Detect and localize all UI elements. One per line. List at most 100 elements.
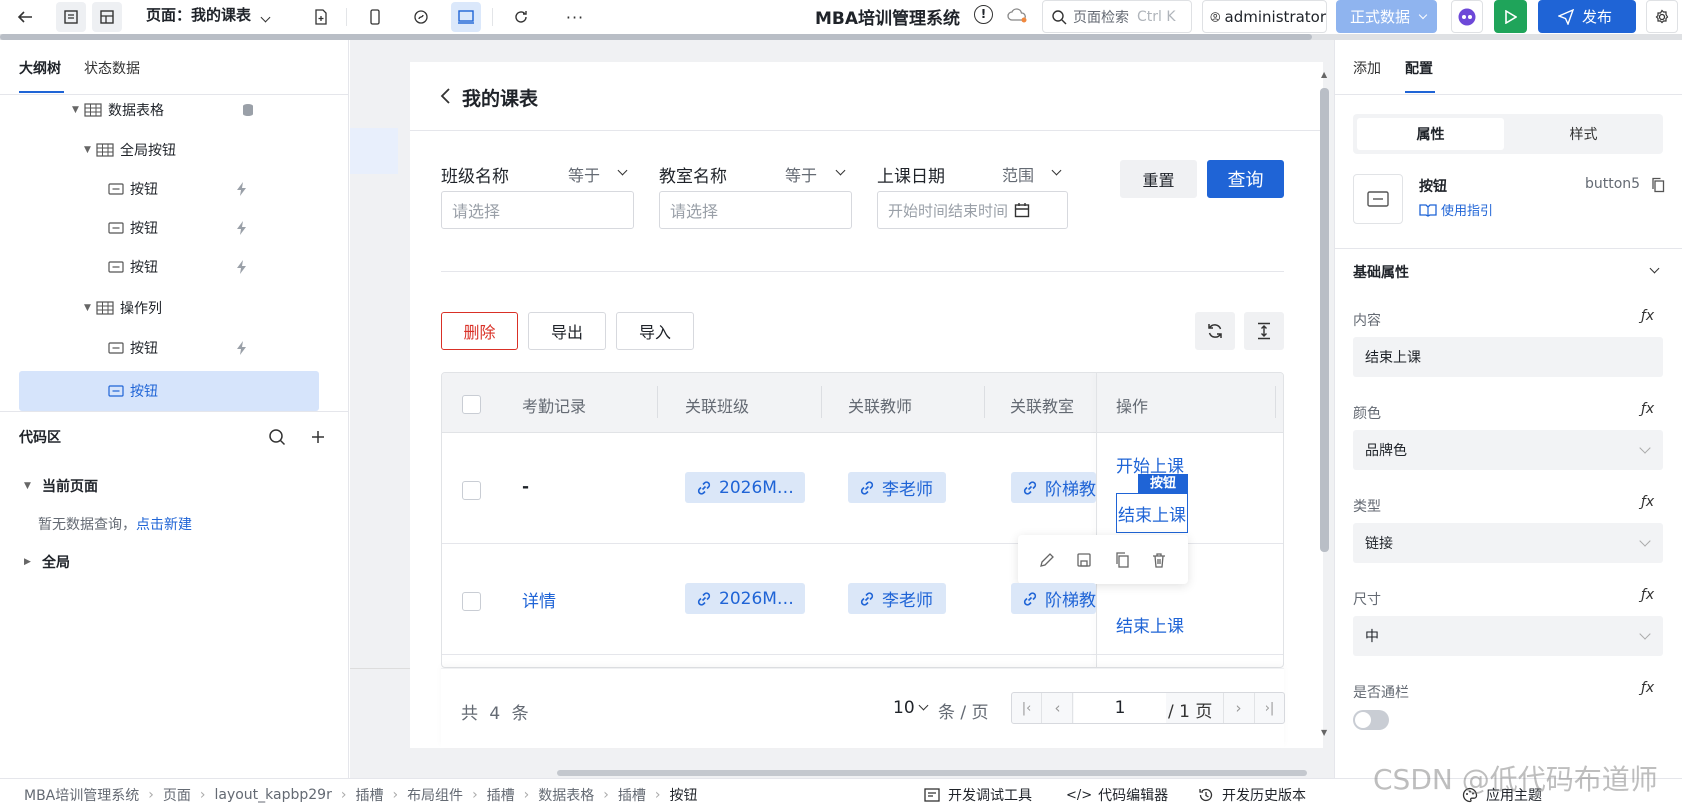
breadcrumb-item[interactable]: MBA培训管理系统 <box>24 785 139 805</box>
back-chevron-icon[interactable] <box>440 87 452 105</box>
table-refresh-button[interactable] <box>1195 312 1235 350</box>
filter-class-operator[interactable]: 等于 <box>568 162 600 186</box>
copy-icon[interactable] <box>1651 177 1665 193</box>
reset-button[interactable]: 重置 <box>1120 160 1197 198</box>
row-checkbox[interactable] <box>462 481 481 500</box>
tree-node-global-buttons[interactable]: ▼ 全局按钮 <box>0 132 330 168</box>
ai-assistant-icon[interactable] <box>1451 0 1483 33</box>
new-page-icon[interactable] <box>306 2 336 32</box>
breadcrumb-item[interactable]: 插槽 <box>487 785 515 805</box>
subtab-style[interactable]: 样式 <box>1508 118 1659 150</box>
row1-teacher-link[interactable]: 李老师 <box>848 472 946 503</box>
current-page-input[interactable]: 1 <box>1074 693 1166 723</box>
tab-outline-tree[interactable]: 大纲树 <box>19 58 61 78</box>
header-room[interactable]: 关联教室 <box>1010 393 1074 417</box>
fullwidth-toggle[interactable] <box>1353 710 1389 730</box>
env-data-button[interactable]: 正式数据 <box>1336 0 1437 33</box>
header-class[interactable]: 关联班级 <box>685 393 749 417</box>
page-icon[interactable] <box>56 2 86 32</box>
row2-attendance-detail-link[interactable]: 详情 <box>522 587 556 612</box>
refresh-icon[interactable] <box>506 2 536 32</box>
fx-icon[interactable]: ƒx <box>1641 680 1654 696</box>
lightning-icon[interactable] <box>235 220 249 236</box>
last-page-icon[interactable]: ›| <box>1254 693 1284 723</box>
settings-icon[interactable] <box>1646 0 1678 33</box>
row2-class-link[interactable]: 2026M… <box>685 583 805 614</box>
plugin-icon[interactable] <box>406 2 436 32</box>
row-checkbox[interactable] <box>462 592 481 611</box>
query-button[interactable]: 查询 <box>1207 160 1284 198</box>
subtab-properties[interactable]: 属性 <box>1357 118 1504 150</box>
more-icon[interactable]: ··· <box>560 2 590 32</box>
breadcrumb-item-current[interactable]: 按钮 <box>670 785 698 805</box>
delete-button[interactable]: 删除 <box>441 312 518 350</box>
tree-node-button[interactable]: 按钮 <box>0 171 330 207</box>
breadcrumb-item[interactable]: 插槽 <box>355 785 383 805</box>
vertical-scroll-thumb[interactable] <box>1320 88 1329 552</box>
row-height-button[interactable] <box>1244 312 1284 350</box>
tree-node-action-column[interactable]: ▼ 操作列 <box>0 290 330 326</box>
filter-date-operator[interactable]: 范围 <box>1002 162 1034 186</box>
tab-config[interactable]: 配置 <box>1405 58 1433 78</box>
current-page-group[interactable]: ▼ 当前页面 <box>24 476 98 496</box>
row1-class-link[interactable]: 2026M… <box>685 472 805 503</box>
header-teacher[interactable]: 关联教师 <box>848 393 912 417</box>
prev-page-icon[interactable]: ‹ <box>1043 693 1073 723</box>
save-icon[interactable] <box>1076 552 1092 568</box>
global-group[interactable]: ▶ 全局 <box>24 552 70 572</box>
breadcrumb-item[interactable]: 数据表格 <box>538 785 594 805</box>
prop-type-select[interactable]: 链接 <box>1353 523 1663 563</box>
delete-trash-icon[interactable] <box>1151 552 1167 568</box>
fx-icon[interactable]: ƒx <box>1641 308 1654 324</box>
desktop-icon[interactable] <box>451 2 481 32</box>
class-select[interactable]: 请选择 <box>441 191 634 229</box>
export-button[interactable]: 导出 <box>528 312 606 350</box>
create-query-link[interactable]: 点击新建 <box>136 517 192 533</box>
end-class-link-selected[interactable]: 结束上课 <box>1116 493 1188 533</box>
fx-icon[interactable]: ƒx <box>1641 494 1654 510</box>
search-box[interactable]: 页面检索 Ctrl K <box>1042 0 1192 33</box>
prop-color-select[interactable]: 品牌色 <box>1353 430 1663 470</box>
breadcrumb-item[interactable]: 插槽 <box>618 785 646 805</box>
fx-icon[interactable]: ƒx <box>1641 401 1654 417</box>
dev-tools-button[interactable]: 开发调试工具 <box>924 785 1032 805</box>
add-icon[interactable] <box>310 429 326 445</box>
lightning-icon[interactable] <box>235 259 249 275</box>
tree-node-button[interactable]: 按钮 <box>0 210 330 246</box>
row2-teacher-link[interactable]: 李老师 <box>848 583 946 614</box>
layout-icon[interactable] <box>92 2 122 32</box>
breadcrumb-item[interactable]: layout_kapbp29r <box>214 787 331 803</box>
header-attendance[interactable]: 考勤记录 <box>522 393 586 417</box>
breadcrumb-item[interactable]: 布局组件 <box>407 785 463 805</box>
next-page-icon[interactable]: › <box>1223 693 1253 723</box>
row2-room-link[interactable]: 阶梯教 <box>1011 583 1096 614</box>
tab-add[interactable]: 添加 <box>1353 58 1381 78</box>
usage-guide-link[interactable]: 使用指引 <box>1419 200 1493 219</box>
tree-node-data-table[interactable]: ▼ 数据表格 <box>0 92 330 128</box>
horizontal-scroll-thumb[interactable] <box>557 770 1307 776</box>
vertical-scrollbar[interactable]: ▲ ▼ <box>1318 70 1330 740</box>
breadcrumb-item[interactable]: 页面 <box>163 785 191 805</box>
tree-node-button-selected[interactable]: 按钮 <box>19 371 319 411</box>
history-button[interactable]: 开发历史版本 <box>1198 785 1306 805</box>
database-icon[interactable] <box>241 103 255 117</box>
info-icon[interactable]: ! <box>974 5 993 24</box>
row2-end-class-link[interactable]: 结束上课 <box>1116 612 1184 637</box>
lightning-icon[interactable] <box>235 181 249 197</box>
filter-room-operator[interactable]: 等于 <box>785 162 817 186</box>
copy-icon[interactable] <box>1114 551 1130 568</box>
import-button[interactable]: 导入 <box>616 312 694 350</box>
tab-state-data[interactable]: 状态数据 <box>84 58 140 78</box>
select-all-checkbox[interactable] <box>462 395 481 414</box>
tree-node-button[interactable]: 按钮 <box>0 249 330 285</box>
fx-icon[interactable]: ƒx <box>1641 587 1654 603</box>
mobile-icon[interactable] <box>360 2 390 32</box>
cloud-icon[interactable] <box>1006 6 1028 24</box>
chevron-down-icon[interactable] <box>260 12 271 23</box>
prop-size-select[interactable]: 中 <box>1353 616 1663 656</box>
search-icon[interactable] <box>268 428 286 446</box>
room-select[interactable]: 请选择 <box>659 191 852 229</box>
tree-node-button[interactable]: 按钮 <box>0 330 330 366</box>
code-editor-button[interactable]: </> 代码编辑器 <box>1066 785 1168 805</box>
user-menu[interactable]: administrator <box>1202 0 1327 33</box>
